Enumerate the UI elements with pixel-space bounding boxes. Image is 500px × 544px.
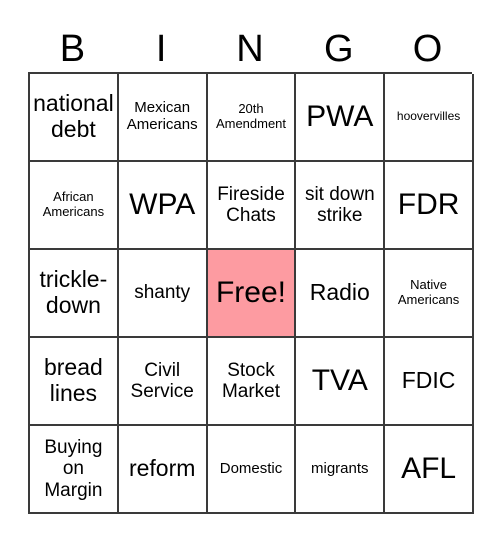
bingo-cell[interactable]: Civil Service <box>118 338 208 426</box>
bingo-cell-label: Buying on Margin <box>44 437 103 501</box>
bingo-header-cell-o: O <box>383 0 472 72</box>
bingo-cell-label: Free! <box>215 276 286 310</box>
bingo-header-letter: G <box>324 28 354 70</box>
bingo-cell[interactable]: hoovervilles <box>385 74 474 162</box>
bingo-cell[interactable]: migrants <box>296 426 386 514</box>
bingo-header-cell-i: I <box>117 0 206 72</box>
bingo-cell-label: TVA <box>311 364 368 398</box>
bingo-cell-label: sit down strike <box>304 183 375 226</box>
bingo-cell-label: shanty <box>134 282 191 304</box>
bingo-cell[interactable]: FDIC <box>385 338 474 426</box>
bingo-cell-label: 20th Amendment <box>215 101 287 131</box>
bingo-cell-label: AFL <box>401 452 457 486</box>
bingo-cell-label: trickle-down <box>39 266 108 318</box>
bingo-cell[interactable]: Stock Market <box>207 338 297 426</box>
bingo-cell[interactable]: Native Americans <box>385 250 474 338</box>
bingo-cell-label: FDIC <box>401 367 456 394</box>
bingo-card: B I N G O national debt Mexican Americans 20th… <box>28 0 474 514</box>
bingo-cell[interactable]: PWA <box>296 74 386 162</box>
bingo-cell-label: Mexican Americans <box>126 99 198 133</box>
bingo-cell[interactable]: sit down strike <box>296 162 386 250</box>
bingo-cell[interactable]: Mexican Americans <box>118 74 208 162</box>
bingo-header-cell-b: B <box>28 0 117 72</box>
bingo-cell[interactable]: FDR <box>385 162 474 250</box>
bingo-cell-label: Native Americans <box>397 277 460 307</box>
bingo-header-cell-n: N <box>206 0 295 72</box>
bingo-header-row: BINGO <box>28 0 472 72</box>
bingo-row: African Americans WPA Fireside Chats sit do… <box>30 162 474 250</box>
bingo-cell[interactable]: TVA <box>296 338 386 426</box>
bingo-cell[interactable]: shanty <box>118 250 208 338</box>
bingo-cell[interactable]: reform <box>118 426 208 514</box>
bingo-cell-label: Radio <box>309 279 370 306</box>
bingo-row: national debt Mexican Americans 20th Amend… <box>30 74 474 162</box>
bingo-cell-label: national debt <box>33 90 114 142</box>
bingo-cell-label: WPA <box>129 188 196 222</box>
bingo-header-letter: N <box>236 28 264 70</box>
bingo-cell[interactable]: 20th Amendment <box>207 74 297 162</box>
bingo-cell[interactable]: bread lines <box>30 338 119 426</box>
bingo-cell-label: Civil Service <box>130 359 194 402</box>
bingo-cell-label: Stock Market <box>221 359 281 402</box>
bingo-cell[interactable]: Fireside Chats <box>207 162 297 250</box>
bingo-cell-label: Fireside Chats <box>217 183 285 226</box>
bingo-header-letter: B <box>59 28 86 70</box>
bingo-row: trickle-down shanty Free! Radio Native Ameri… <box>30 250 474 338</box>
bingo-cell-label: bread lines <box>43 354 103 406</box>
bingo-free-cell[interactable]: Free! <box>207 250 297 338</box>
bingo-cell[interactable]: Radio <box>296 250 386 338</box>
bingo-cell-label: PWA <box>306 100 374 134</box>
bingo-cell[interactable]: Domestic <box>207 426 297 514</box>
bingo-cell-label: FDR <box>397 188 460 222</box>
bingo-cell[interactable]: AFL <box>385 426 474 514</box>
bingo-cell[interactable]: Buying on Margin <box>30 426 119 514</box>
bingo-cell-label: African Americans <box>42 189 105 219</box>
bingo-header-cell-g: G <box>294 0 383 72</box>
bingo-row: bread lines Civil Service Stock Market TVA F… <box>30 338 474 426</box>
bingo-cell[interactable]: national debt <box>30 74 119 162</box>
bingo-cell[interactable]: trickle-down <box>30 250 119 338</box>
bingo-header-letter: O <box>412 28 443 70</box>
bingo-cell-label: Domestic <box>219 459 283 477</box>
bingo-header-letter: I <box>155 28 167 70</box>
bingo-cell[interactable]: WPA <box>118 162 208 250</box>
bingo-cell-label: reform <box>128 455 196 482</box>
bingo-row: Buying on Margin reform Domestic migrants AF… <box>30 426 474 514</box>
bingo-cell-label: hoovervilles <box>396 109 461 124</box>
bingo-cell[interactable]: African Americans <box>30 162 119 250</box>
bingo-grid: national debt Mexican Americans 20th Amend… <box>28 72 474 514</box>
bingo-cell-label: migrants <box>311 459 369 477</box>
